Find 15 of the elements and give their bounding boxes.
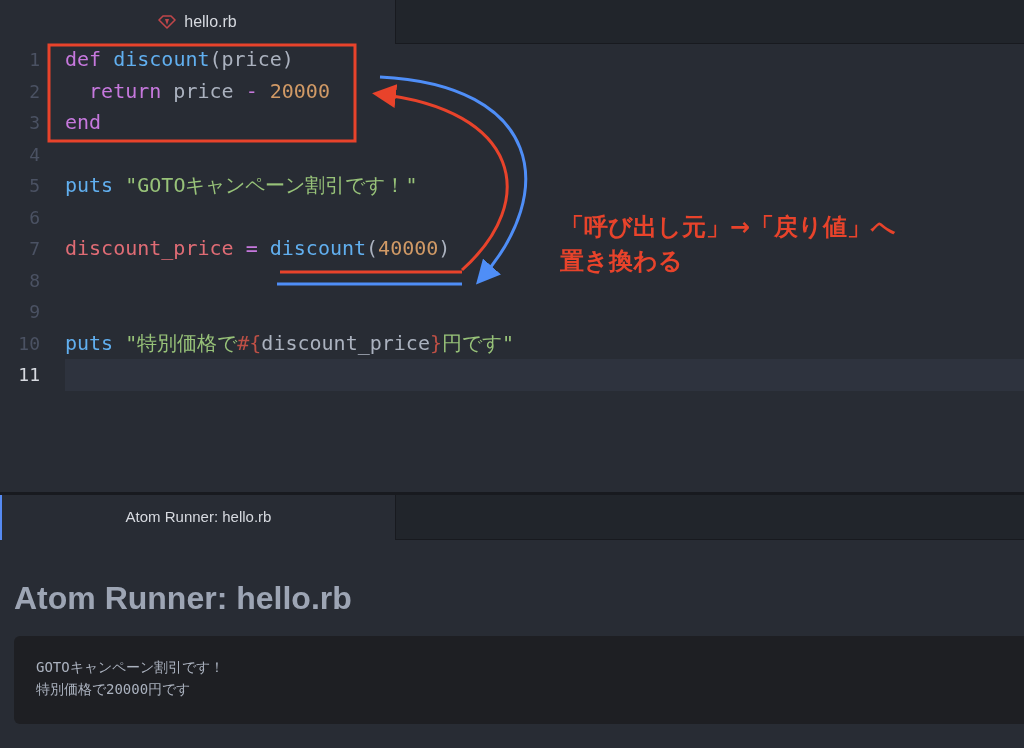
output-line: 特別価格で20000円です — [36, 680, 192, 699]
file-tab[interactable]: hello.rb — [0, 0, 395, 44]
code-line: puts "特別価格で#{discount_price}円です" — [65, 329, 515, 357]
code-line: end — [65, 109, 102, 136]
runner-tab[interactable]: Atom Runner: hello.rb — [0, 495, 395, 540]
gem-icon — [158, 15, 177, 29]
code-line: discount_price = discount(40000) — [65, 235, 451, 262]
code-line: def discount(price) — [65, 46, 294, 73]
annotation-text: 置き換わる — [560, 246, 684, 277]
code-line: return price - 20000 — [88, 77, 330, 105]
annotation-text: 「呼び出し元」→「戻り値」へ — [560, 212, 897, 243]
line-number: 11 — [17, 363, 40, 387]
code-line: puts "GOTOキャンペーン割引です！" — [65, 172, 418, 199]
output-line: GOTOキャンペーン割引です！ — [36, 658, 225, 677]
runner-heading: Atom Runner: hello.rb — [14, 579, 353, 618]
